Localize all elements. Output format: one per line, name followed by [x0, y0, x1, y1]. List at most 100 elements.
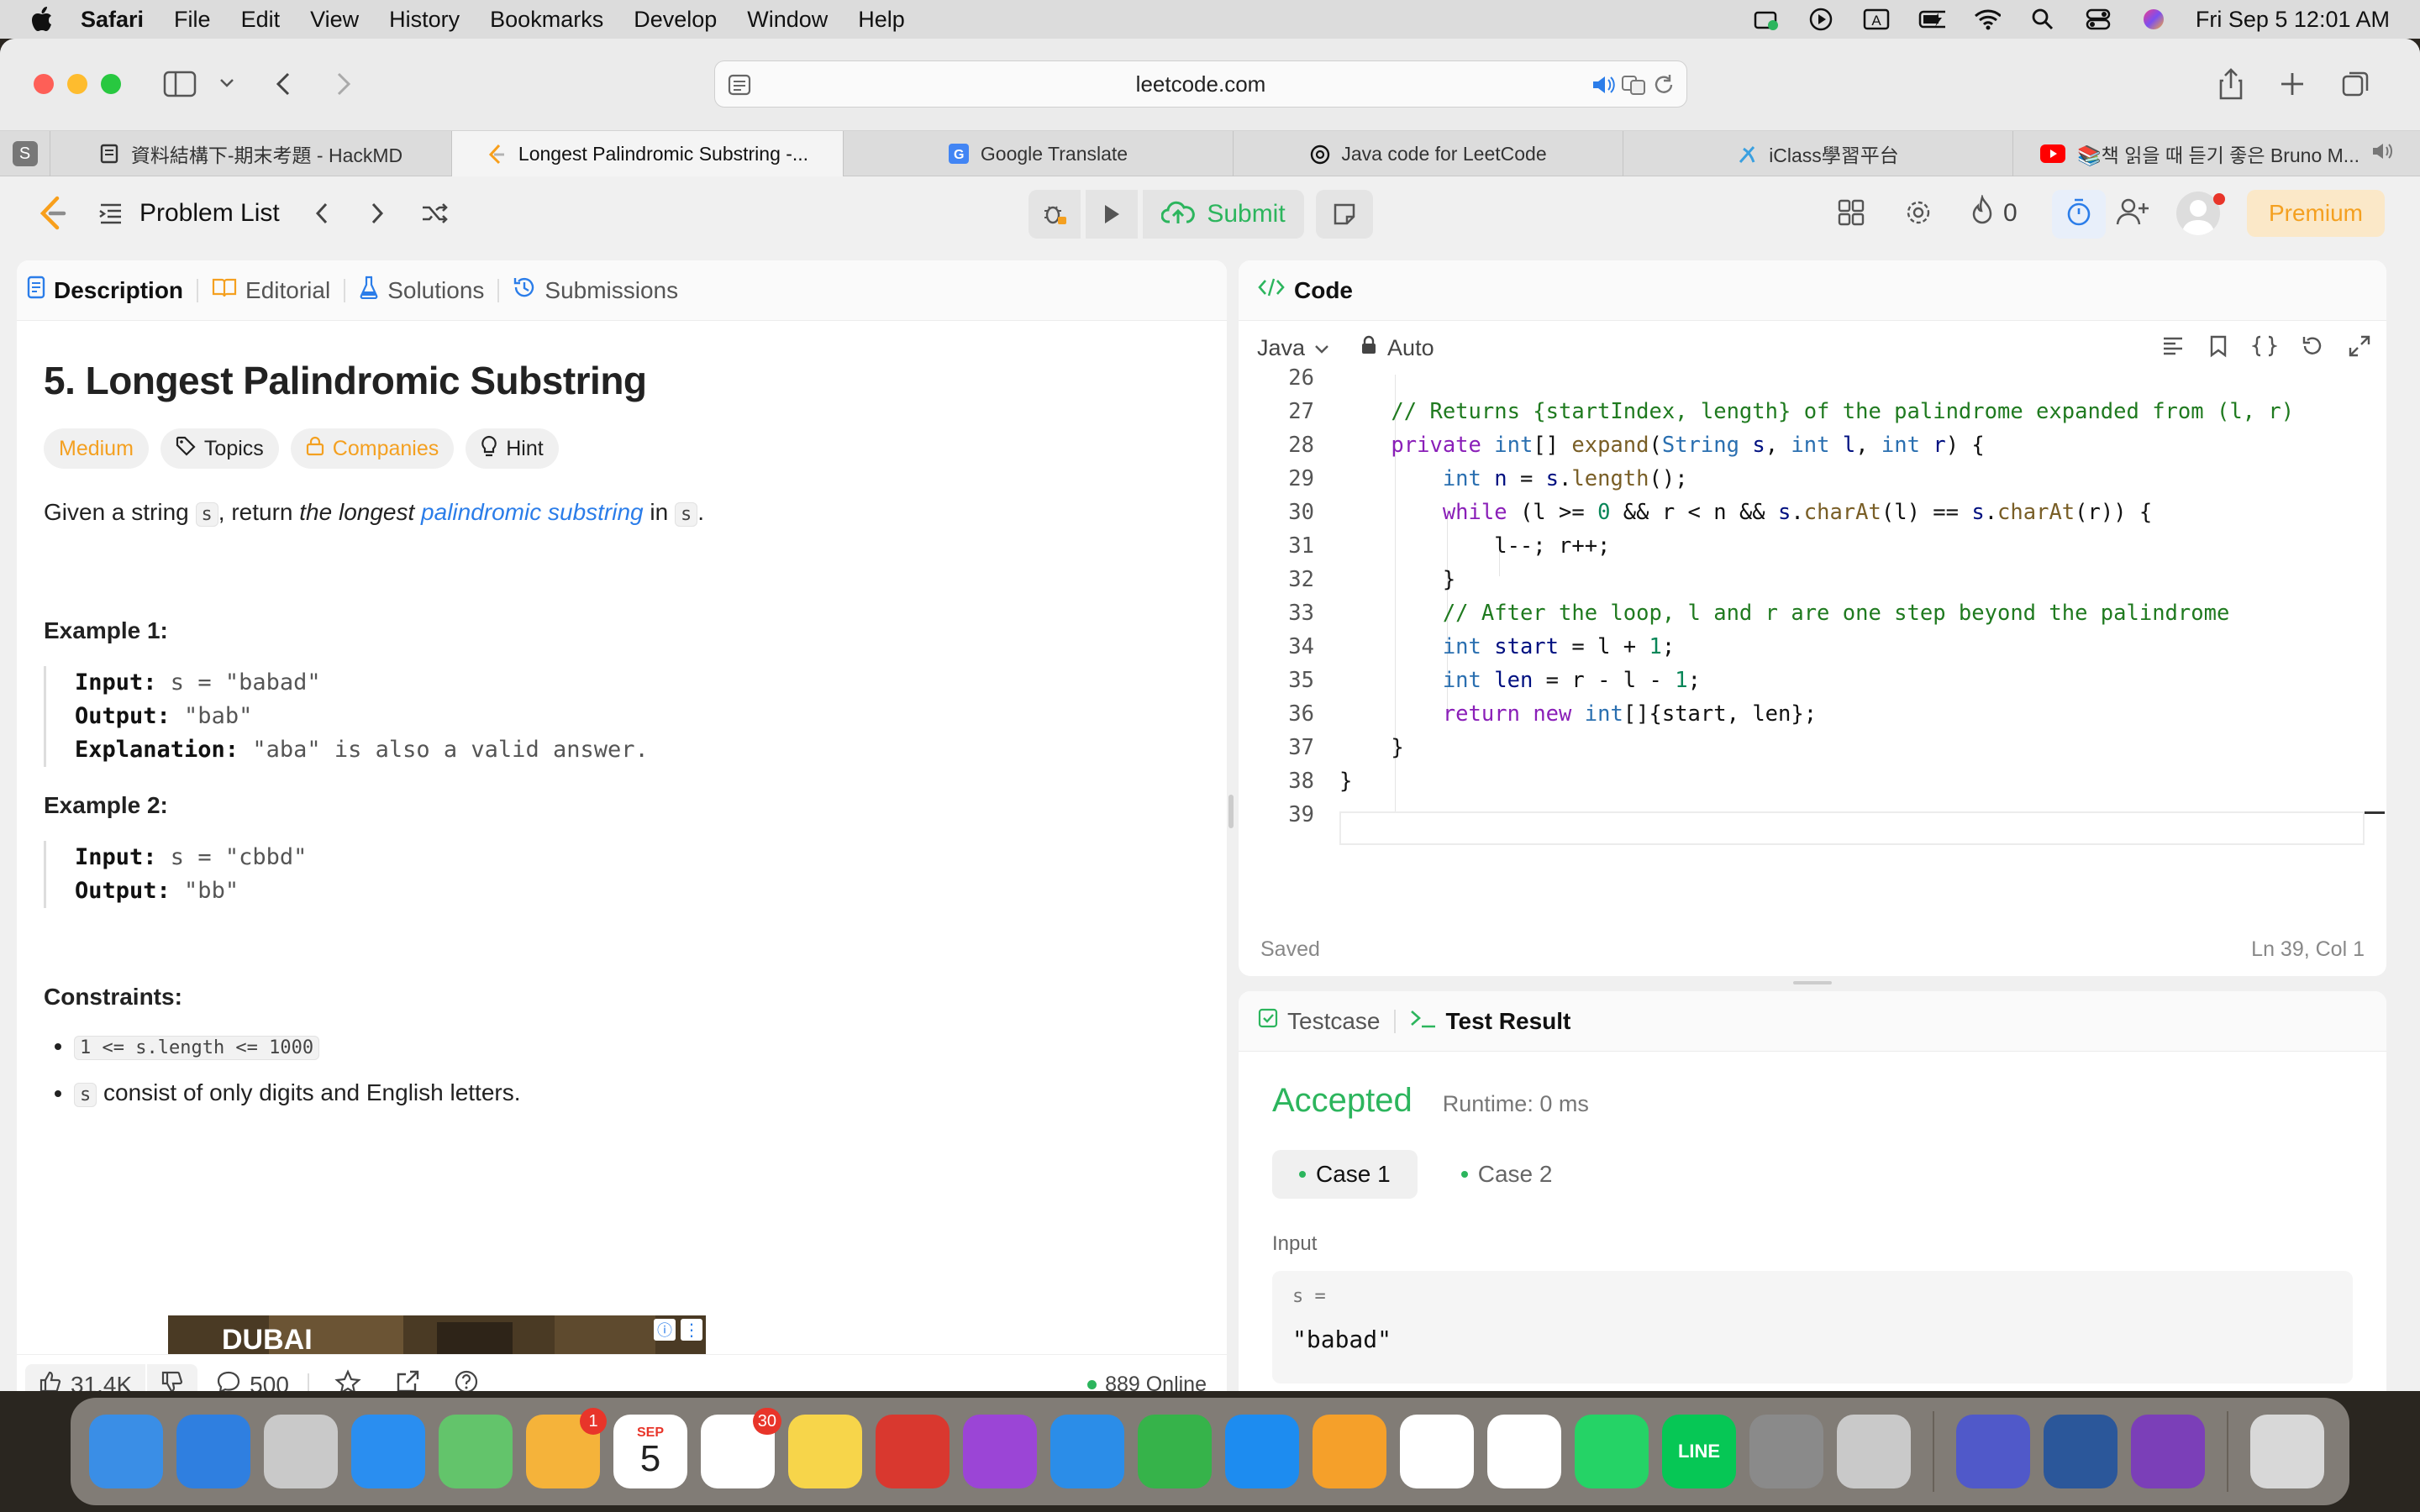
tab-code[interactable]: Code [1239, 260, 1366, 321]
input-source-icon[interactable]: A [1863, 8, 1890, 31]
like-button[interactable]: 31.4K [25, 1363, 146, 1391]
address-bar[interactable]: leetcode.com [714, 60, 1687, 108]
expand-icon[interactable] [2348, 334, 2371, 364]
pages-icon[interactable] [1313, 1415, 1386, 1488]
menu-view[interactable]: View [310, 7, 359, 33]
dislike-button[interactable] [147, 1363, 198, 1391]
code-line[interactable]: 35 int len = r - l - 1; [1239, 664, 2386, 697]
leetcode-logo-icon[interactable] [37, 195, 67, 232]
battery-icon[interactable] [1918, 8, 1945, 31]
tab-test-result[interactable]: Test Result [1396, 991, 1585, 1052]
reset-icon[interactable] [2301, 334, 2324, 364]
tab-description[interactable]: Description [17, 260, 197, 321]
timer-button[interactable] [2052, 190, 2106, 239]
vertical-resize-handle[interactable] [1793, 981, 1832, 984]
premium-button[interactable]: Premium [2247, 190, 2385, 237]
audio-playing-icon[interactable] [1591, 73, 1616, 102]
settings-gear-icon[interactable] [1904, 198, 1933, 231]
menu-window[interactable]: Window [747, 7, 828, 33]
iphone-mirroring-icon[interactable] [1837, 1415, 1911, 1488]
advertisement[interactable]: DUBAI ⓘ ⋮ [168, 1315, 706, 1354]
spotlight-search-icon[interactable] [2029, 8, 2056, 31]
wifi-icon[interactable] [1974, 8, 2001, 31]
problem-title[interactable]: 5. Longest Palindromic Substring [44, 358, 1200, 403]
add-collaborator-icon[interactable] [2116, 197, 2149, 231]
close-window-button[interactable] [34, 74, 54, 94]
numbers-icon[interactable] [1138, 1415, 1212, 1488]
streak-counter[interactable]: 0 [1970, 193, 2018, 231]
menu-clock[interactable]: Fri Sep 5 12:01 AM [2196, 7, 2390, 33]
finder-icon[interactable] [89, 1415, 163, 1488]
mail-icon[interactable] [176, 1415, 250, 1488]
tab-audio-icon[interactable] [2371, 141, 2393, 166]
menu-develop[interactable]: Develop [634, 7, 717, 33]
problem-list-link[interactable]: Problem List [139, 199, 280, 228]
calendar-icon[interactable]: SEP 5 [613, 1415, 687, 1488]
code-line[interactable]: 31 l--; r++; [1239, 529, 2386, 563]
keynote-icon[interactable] [1050, 1415, 1124, 1488]
forward-icon[interactable] [334, 71, 353, 102]
tab-submissions[interactable]: Submissions [499, 260, 692, 321]
submit-button[interactable]: Submit [1143, 190, 1304, 239]
back-icon[interactable] [274, 71, 292, 102]
hint-chip[interactable]: Hint [466, 428, 559, 469]
trash-icon[interactable] [2250, 1415, 2324, 1488]
menu-help[interactable]: Help [858, 7, 905, 33]
tab-editorial[interactable]: Editorial [198, 260, 344, 321]
palindromic-substring-link[interactable]: palindromic substring [421, 499, 644, 525]
format-icon[interactable] [2161, 334, 2185, 364]
pinned-tab[interactable]: S [0, 131, 50, 176]
menu-bookmarks[interactable]: Bookmarks [490, 7, 603, 33]
reload-icon[interactable] [1653, 73, 1675, 102]
case-2-tab[interactable]: Case 2 [1434, 1150, 1580, 1199]
teams-icon[interactable] [1956, 1415, 2030, 1488]
share-icon[interactable] [2218, 67, 2244, 105]
shuffle-icon[interactable] [421, 201, 450, 226]
photos-icon[interactable]: 1 [526, 1408, 607, 1488]
layout-icon[interactable] [1837, 198, 1865, 231]
code-line[interactable]: 32 } [1239, 563, 2386, 596]
star-icon[interactable] [334, 1369, 361, 1391]
safari-icon[interactable] [351, 1415, 425, 1488]
prev-problem-icon[interactable] [313, 201, 330, 226]
case-1-tab[interactable]: Case 1 [1272, 1150, 1418, 1199]
tab-iclass[interactable]: iClass學習平台 [1623, 131, 2013, 176]
apple-icon[interactable] [30, 5, 55, 34]
maps-icon[interactable] [439, 1415, 513, 1488]
iclass-icon[interactable] [1487, 1415, 1561, 1488]
curly-braces-icon[interactable] [2251, 334, 2278, 364]
podcasts-icon[interactable] [963, 1415, 1037, 1488]
bookmark-icon[interactable] [2208, 334, 2228, 364]
app-store-icon[interactable] [1225, 1415, 1299, 1488]
ad-menu-icon[interactable]: ⋮ [681, 1319, 702, 1341]
code-line[interactable]: 36 return new int[]{start, len}; [1239, 697, 2386, 731]
tab-overview-icon[interactable] [2341, 69, 2371, 103]
next-problem-icon[interactable] [369, 201, 386, 226]
share-external-icon[interactable] [395, 1369, 420, 1391]
code-line[interactable]: 26 [1239, 361, 2386, 395]
input-box[interactable]: s = "babad" [1272, 1271, 2353, 1383]
tab-group-chevron-icon[interactable] [218, 77, 235, 93]
word-icon[interactable] [2044, 1415, 2118, 1488]
tab-testcase[interactable]: Testcase [1239, 991, 1394, 1052]
menu-app-name[interactable]: Safari [81, 7, 144, 33]
code-line[interactable]: 33 // After the loop, l and r are one st… [1239, 596, 2386, 630]
panel-resize-handle[interactable] [1228, 795, 1234, 828]
run-button[interactable] [1086, 190, 1138, 239]
notes-icon[interactable] [788, 1415, 862, 1488]
reminders-icon[interactable]: 30 [701, 1408, 781, 1488]
whatsapp-icon[interactable] [1575, 1415, 1649, 1488]
new-tab-icon[interactable] [2279, 71, 2306, 102]
companies-chip[interactable]: Companies [290, 428, 455, 469]
chrome-icon[interactable] [1400, 1415, 1474, 1488]
code-editor[interactable]: 26 27 // Returns {startIndex, length} of … [1239, 365, 2386, 865]
comments-button[interactable]: 500 [216, 1370, 289, 1391]
sidebar-toggle-icon[interactable] [163, 71, 197, 102]
minimize-window-button[interactable] [67, 74, 87, 94]
launchpad-icon[interactable] [264, 1415, 338, 1488]
translate-icon[interactable] [1621, 73, 1646, 102]
ad-info-icon[interactable]: ⓘ [654, 1319, 676, 1341]
url-text[interactable]: leetcode.com [1136, 71, 1266, 97]
tab-hackmd[interactable]: 資料結構下-期末考題 - HackMD [50, 131, 452, 176]
tab-chatgpt[interactable]: Java code for LeetCode [1234, 131, 1623, 176]
